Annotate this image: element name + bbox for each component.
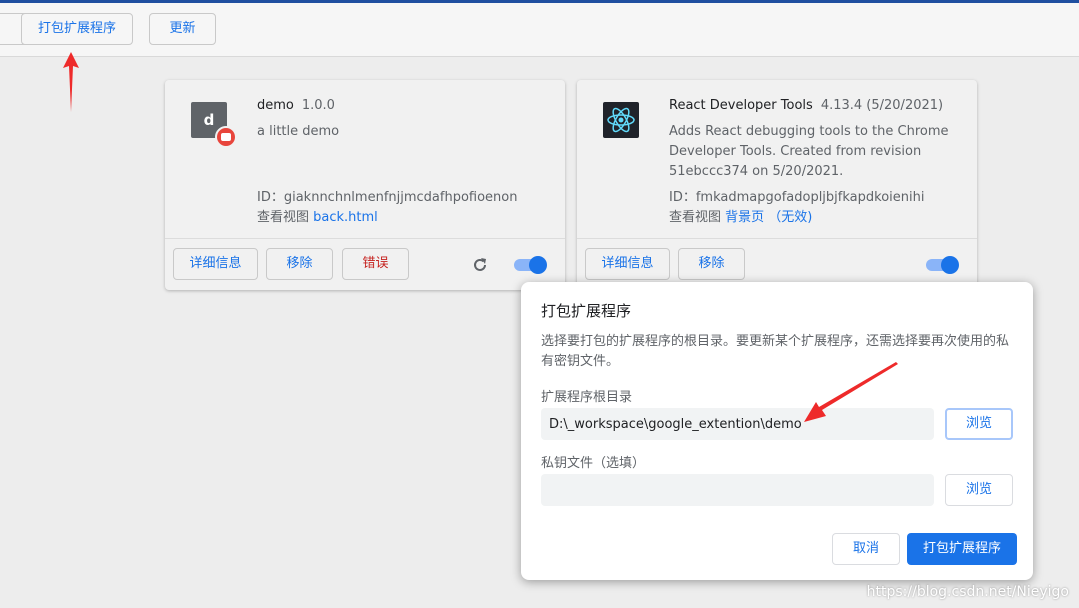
extension-card-react-devtools: React Developer Tools 4.13.4 (5/20/2021) … xyxy=(577,80,977,290)
remove-button[interactable]: 移除 xyxy=(678,248,745,280)
toggle-knob xyxy=(529,256,547,274)
extension-version: 4.13.4 (5/20/2021) xyxy=(820,98,944,113)
inspect-views-label: 查看视图 xyxy=(257,210,310,225)
enable-toggle[interactable] xyxy=(926,256,959,274)
dialog-title: 打包扩展程序 xyxy=(541,302,632,320)
cancel-button[interactable]: 取消 xyxy=(832,533,900,565)
annotation-arrow-up-icon xyxy=(63,52,79,112)
dialog-description: 选择要打包的扩展程序的根目录。要更新某个扩展程序，还需选择要再次使用的私有密钥文… xyxy=(541,334,1010,369)
enable-toggle[interactable] xyxy=(514,256,547,274)
details-button[interactable]: 详细信息 xyxy=(173,248,258,280)
extension-description: a little demo xyxy=(257,124,340,139)
watermark-text: https://blog.csdn.net/Nieyigo xyxy=(866,584,1069,600)
extension-version: 1.0.0 xyxy=(301,98,335,113)
extension-name: React Developer Tools 4.13.4 (5/20/2021) xyxy=(669,98,943,113)
pack-extension-button[interactable]: 打包扩展程序 xyxy=(21,13,133,45)
inspect-views-label: 查看视图 xyxy=(669,210,722,225)
extension-description: Adds React debugging tools to the Chrome… xyxy=(669,124,949,179)
private-key-label: 私钥文件（选填） xyxy=(541,456,646,471)
update-button[interactable]: 更新 xyxy=(149,13,216,45)
details-button[interactable]: 详细信息 xyxy=(585,248,670,280)
inspect-views: 查看视图 back.html xyxy=(257,206,378,225)
extension-name: demo 1.0.0 xyxy=(257,98,335,113)
browse-root-button[interactable]: 浏览 xyxy=(945,408,1013,440)
inspect-view-link[interactable]: back.html xyxy=(313,210,378,225)
root-directory-label: 扩展程序根目录 xyxy=(541,390,633,405)
private-key-input[interactable] xyxy=(541,474,934,506)
reload-icon[interactable] xyxy=(471,256,489,274)
extensions-toolbar: 打包扩展程序 更新 xyxy=(0,3,1079,57)
card-divider xyxy=(165,238,565,239)
inspect-views: 查看视图 背景页 （无效) xyxy=(669,206,812,225)
errors-button[interactable]: 错误 xyxy=(342,248,409,280)
browse-key-button[interactable]: 浏览 xyxy=(945,474,1013,506)
extension-name-text: React Developer Tools xyxy=(669,98,813,113)
card-divider xyxy=(577,238,977,239)
toggle-knob xyxy=(941,256,959,274)
extension-id: ID：fmkadmapgofadopljbjfkapdkoienihi xyxy=(669,190,925,205)
record-badge-icon xyxy=(215,126,237,148)
pack-confirm-button[interactable]: 打包扩展程序 xyxy=(907,533,1017,565)
annotation-arrow-diagonal-icon xyxy=(804,362,898,422)
extension-name-text: demo xyxy=(257,98,294,113)
inspect-view-link[interactable]: 背景页 （无效) xyxy=(725,210,812,225)
extension-id: ID：giaknnchnlmenfnjjmcdafhpofioenon xyxy=(257,190,518,205)
remove-button[interactable]: 移除 xyxy=(266,248,333,280)
pack-extension-dialog: 打包扩展程序 选择要打包的扩展程序的根目录。要更新某个扩展程序，还需选择要再次使… xyxy=(521,282,1033,580)
extension-card-demo: d demo 1.0.0 a little demo ID：giaknnchnlm… xyxy=(165,80,565,290)
react-logo-icon xyxy=(603,102,639,138)
